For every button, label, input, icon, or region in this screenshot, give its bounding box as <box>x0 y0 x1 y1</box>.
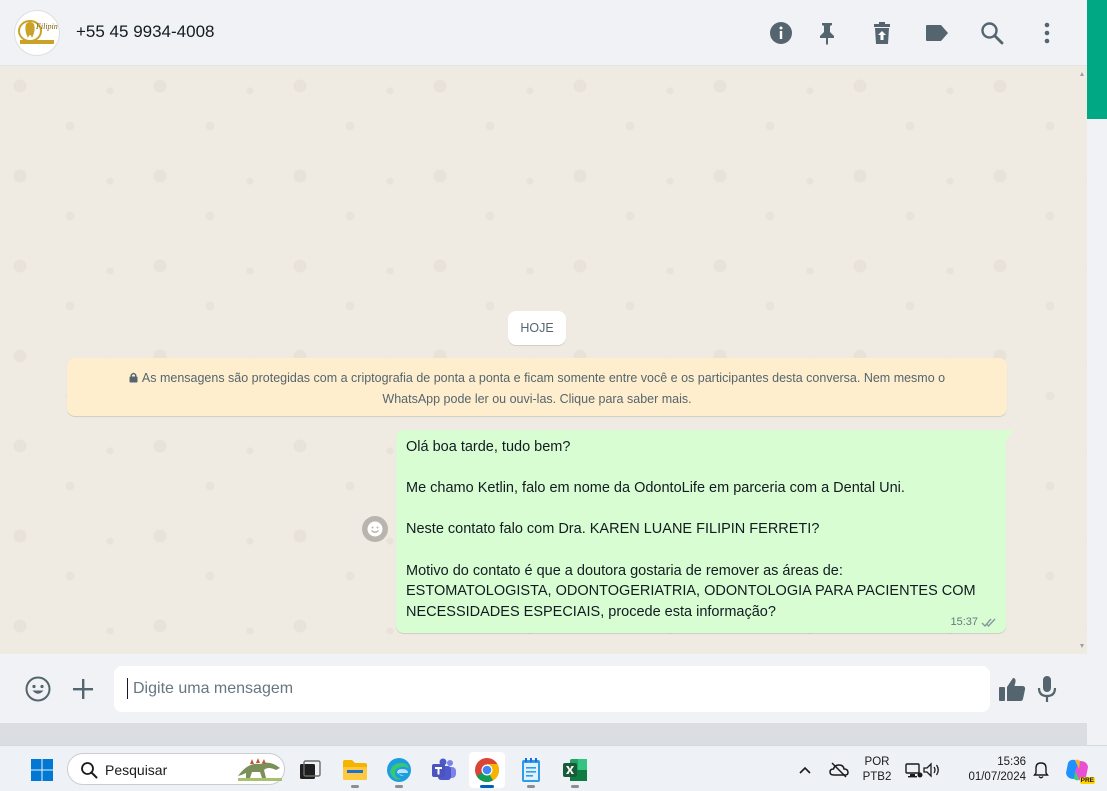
keyboard-layout: PTB2 <box>862 771 892 783</box>
message-line <box>406 458 996 479</box>
emoji-icon[interactable] <box>23 674 53 704</box>
edge-app[interactable] <box>381 752 417 788</box>
start-button[interactable] <box>24 752 60 788</box>
teams-icon <box>432 758 456 780</box>
task-view-button[interactable] <box>292 752 328 788</box>
label-icon[interactable] <box>922 18 952 48</box>
network-icon <box>905 763 923 778</box>
message-line: Neste contato falo com Dra. KAREN LUANE … <box>406 521 820 538</box>
thumbs-up-icon[interactable] <box>997 674 1027 704</box>
attach-plus-icon[interactable] <box>68 674 98 704</box>
chat-header: Filipin +55 45 9934-4008 <box>0 0 1087 66</box>
delete-icon[interactable] <box>867 18 897 48</box>
emoji-react-icon <box>367 521 383 537</box>
encryption-notice-line2: WhatsApp pode ler ou ouvi-las. Clique pa… <box>382 392 692 406</box>
bubble-tail <box>1006 430 1014 440</box>
message-line: Motivo do contato é que a doutora gostar… <box>406 562 843 579</box>
edge-browser-icon <box>387 758 411 782</box>
task-view-icon <box>300 760 321 779</box>
side-scrollbar-thumb[interactable] <box>1087 0 1107 119</box>
running-indicator <box>351 785 359 788</box>
search-icon[interactable] <box>977 18 1007 48</box>
taskbar-search[interactable]: Pesquisar <box>67 753 285 785</box>
system-clock[interactable]: 15:36 01/07/2024 <box>958 755 1030 785</box>
chat-scrollbar[interactable] <box>1079 70 1085 650</box>
text-caret <box>127 678 128 699</box>
encryption-notice-line1: As mensagens são protegidas com a cripto… <box>141 371 946 385</box>
volume-icon <box>923 762 939 778</box>
contact-avatar[interactable]: Filipin <box>14 10 60 56</box>
message-line <box>406 540 996 561</box>
running-indicator <box>571 785 579 788</box>
date-divider: HOJE <box>508 311 566 345</box>
network-volume-tray[interactable] <box>900 752 946 788</box>
notepad-icon <box>522 758 540 782</box>
notifications-button[interactable] <box>1026 752 1056 788</box>
message-line <box>406 499 996 520</box>
dinosaur-highlight-icon <box>238 758 282 781</box>
copilot-badge: PRE <box>1079 777 1095 784</box>
react-button[interactable] <box>362 516 388 542</box>
folder-icon <box>343 760 367 780</box>
message-line: NECESSIDADES ESPECIAIS, procede esta inf… <box>406 603 776 620</box>
search-icon <box>81 762 98 779</box>
copilot-button[interactable]: PRE <box>1059 752 1095 788</box>
windows-logo-icon <box>31 759 53 781</box>
teams-app[interactable] <box>426 752 462 788</box>
bell-icon <box>1033 762 1049 779</box>
chrome-app[interactable] <box>469 752 505 788</box>
active-indicator <box>480 785 494 788</box>
onedrive-status[interactable] <box>822 752 856 788</box>
lock-icon <box>129 372 138 383</box>
outgoing-message-bubble[interactable]: Olá boa tarde, tudo bem? Me chamo Ketlin… <box>396 430 1006 633</box>
excel-app[interactable] <box>557 752 593 788</box>
excel-icon <box>563 759 587 781</box>
chevron-up-icon <box>799 766 811 774</box>
file-explorer-app[interactable] <box>337 752 373 788</box>
pin-icon[interactable] <box>812 18 842 48</box>
message-input[interactable] <box>114 666 990 712</box>
search-placeholder: Pesquisar <box>105 762 168 778</box>
message-line: Me chamo Ketlin, falo em nome da OdontoL… <box>406 480 905 497</box>
running-indicator <box>395 785 403 788</box>
show-hidden-icons-button[interactable] <box>788 752 822 788</box>
menu-icon[interactable] <box>1032 18 1062 48</box>
cloud-offline-icon <box>829 762 849 778</box>
clock-time: 15:36 <box>997 756 1026 768</box>
language-code: POR <box>864 756 890 768</box>
notepad-app[interactable] <box>513 752 549 788</box>
info-icon[interactable] <box>766 18 796 48</box>
double-check-icon <box>981 618 996 627</box>
microphone-icon[interactable] <box>1032 674 1062 704</box>
message-line: ESTOMATOLOGISTA, ODONTOGERIATRIA, ODONTO… <box>406 583 976 600</box>
message-line: Olá boa tarde, tudo bem? <box>406 439 571 455</box>
encryption-notice[interactable]: As mensagens são protegidas com a cripto… <box>67 358 1007 416</box>
running-indicator <box>527 785 535 788</box>
conversation-panel: HOJE As mensagens são protegidas com a c… <box>0 66 1087 654</box>
windows-taskbar: Pesquisar POR PTB2 15:36 01/07/2024 PRE <box>0 745 1107 791</box>
input-language-indicator[interactable]: POR PTB2 <box>858 755 896 785</box>
avatar-logo-text: Filipin <box>36 22 58 31</box>
message-meta: 15:37 <box>950 616 998 628</box>
message-composer <box>0 654 1087 723</box>
contact-name[interactable]: +55 45 9934-4008 <box>76 22 215 42</box>
message-time: 15:37 <box>950 616 978 628</box>
clock-date: 01/07/2024 <box>968 771 1026 783</box>
chrome-icon <box>475 758 500 783</box>
